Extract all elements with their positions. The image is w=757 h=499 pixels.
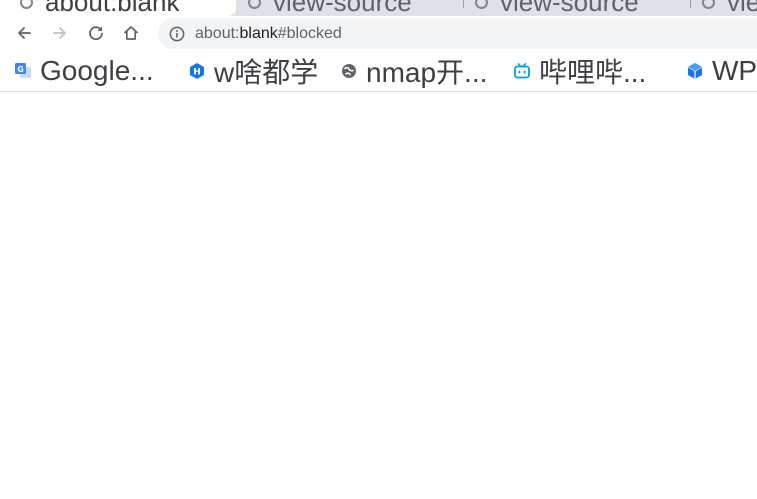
svg-text:G: G: [17, 65, 24, 74]
tab-separator: [690, 0, 691, 8]
cube-icon: [686, 62, 704, 80]
reload-icon: [89, 26, 103, 41]
bilibili-tv-icon: [513, 62, 531, 80]
bookmark-label: Google...: [40, 55, 154, 86]
url-text[interactable]: about:blank#blocked: [195, 25, 342, 43]
bookmark-label: 哔哩哔...: [539, 57, 647, 88]
bookmark-nmap[interactable]: nmap开...: [340, 55, 487, 88]
tab-view-source-1[interactable]: view-source: [248, 0, 448, 16]
url-host: blank: [239, 25, 278, 42]
tab-label: view-source: [273, 0, 412, 16]
tab-fade: [428, 0, 454, 16]
tab-favicon: [20, 0, 33, 9]
home-icon: [124, 26, 138, 40]
tab-favicon: [248, 0, 261, 9]
info-icon[interactable]: [169, 26, 185, 42]
address-bar[interactable]: about:blank#blocked: [158, 18, 757, 49]
bookmark-label: WP: [712, 55, 757, 86]
bookmark-label: nmap开...: [366, 57, 488, 88]
tab-view-source-2[interactable]: view-source: [475, 0, 675, 16]
tab-fade: [180, 0, 206, 16]
url-fragment: #blocked: [277, 25, 342, 42]
bookmark-w[interactable]: H w啥都学: [188, 55, 318, 88]
tab-label: view-source: [500, 0, 639, 16]
url-scheme: about:: [195, 25, 240, 42]
browser-toolbar: about:blank#blocked: [0, 16, 757, 51]
bookmark-wp[interactable]: WP: [686, 55, 757, 87]
arrow-left-icon: [18, 27, 31, 39]
tab-favicon: [702, 0, 715, 9]
tab-label: about:blank: [45, 0, 180, 16]
bookmark-label: w啥都学: [214, 57, 319, 88]
bookmark-google[interactable]: G Google...: [14, 55, 154, 87]
tab-fade: [655, 0, 681, 16]
google-translate-icon: G: [14, 62, 32, 80]
back-button[interactable]: [11, 20, 37, 46]
tab-strip: about:blank view-source view-source vie: [0, 0, 757, 16]
hexagon-h-icon: H: [188, 62, 206, 80]
globe-icon: [340, 62, 358, 80]
tab-favicon: [475, 0, 488, 9]
reload-button[interactable]: [83, 20, 109, 46]
home-button[interactable]: [118, 20, 144, 46]
bookmark-bilibili[interactable]: 哔哩哔...: [513, 55, 646, 88]
tab-separator: [463, 0, 464, 8]
bookmarks-bar: G Google... H w啥都学 nmap开... 哔哩哔... WP: [0, 51, 757, 92]
tab-vie[interactable]: vie: [702, 0, 757, 16]
arrow-right-icon: [53, 27, 66, 39]
tab-label: vie: [727, 0, 757, 16]
svg-text:H: H: [193, 68, 201, 78]
page-content: [0, 92, 757, 499]
forward-button[interactable]: [47, 20, 73, 46]
